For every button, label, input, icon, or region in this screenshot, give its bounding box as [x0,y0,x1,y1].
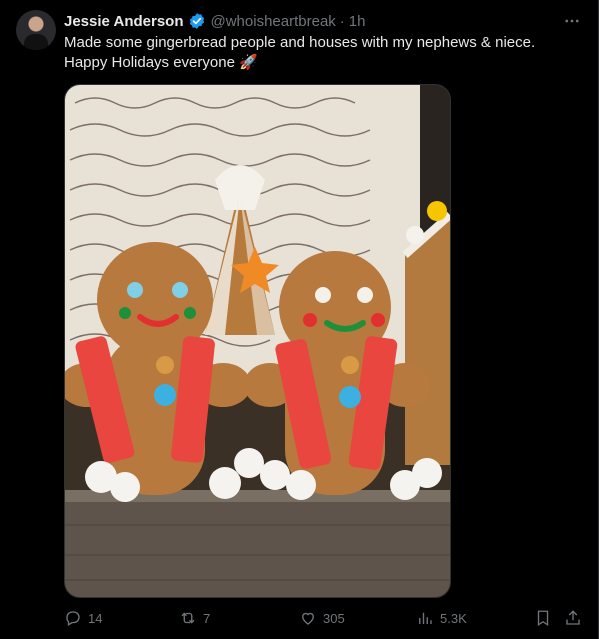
tweet-header: Jessie Anderson @whoisheartbreak · 1h [64,11,365,31]
repost-count: 7 [203,610,211,626]
author-handle[interactable]: @whoisheartbreak [211,13,336,30]
views-icon [419,612,432,624]
share-icon [566,610,580,625]
tweet-text: Made some gingerbread people and houses … [64,33,564,73]
like-button[interactable]: 305 [299,606,345,630]
verified-icon[interactable] [188,12,206,30]
tweet-text-line: Made some gingerbread people and houses … [64,34,536,51]
repost-icon [181,612,195,624]
share-button[interactable] [564,606,582,630]
bookmark-button[interactable] [534,606,552,630]
gingerbread-photo [65,85,450,597]
separator: · [339,12,345,30]
views-count: 5.3K [440,610,467,626]
views-button[interactable]: 5.3K [416,606,467,630]
tweet[interactable]: Jessie Anderson @whoisheartbreak · 1h Ma… [0,0,599,639]
repost-button[interactable]: 7 [179,606,210,630]
like-icon [302,612,314,625]
like-count: 305 [323,610,345,626]
tweet-text-line: Happy Holidays everyone 🚀 [64,54,258,71]
reply-button[interactable]: 14 [64,606,102,630]
tweet-photo[interactable] [64,84,451,598]
avatar[interactable] [16,10,56,50]
reply-count: 14 [88,610,103,626]
author-name[interactable]: Jessie Anderson [64,13,184,30]
reply-icon [66,611,80,626]
timestamp[interactable]: 1h [349,13,366,30]
tweet-actions: 14 7 305 5.3K [64,606,584,630]
bookmark-icon [537,610,549,627]
more-icon[interactable] [561,10,583,32]
